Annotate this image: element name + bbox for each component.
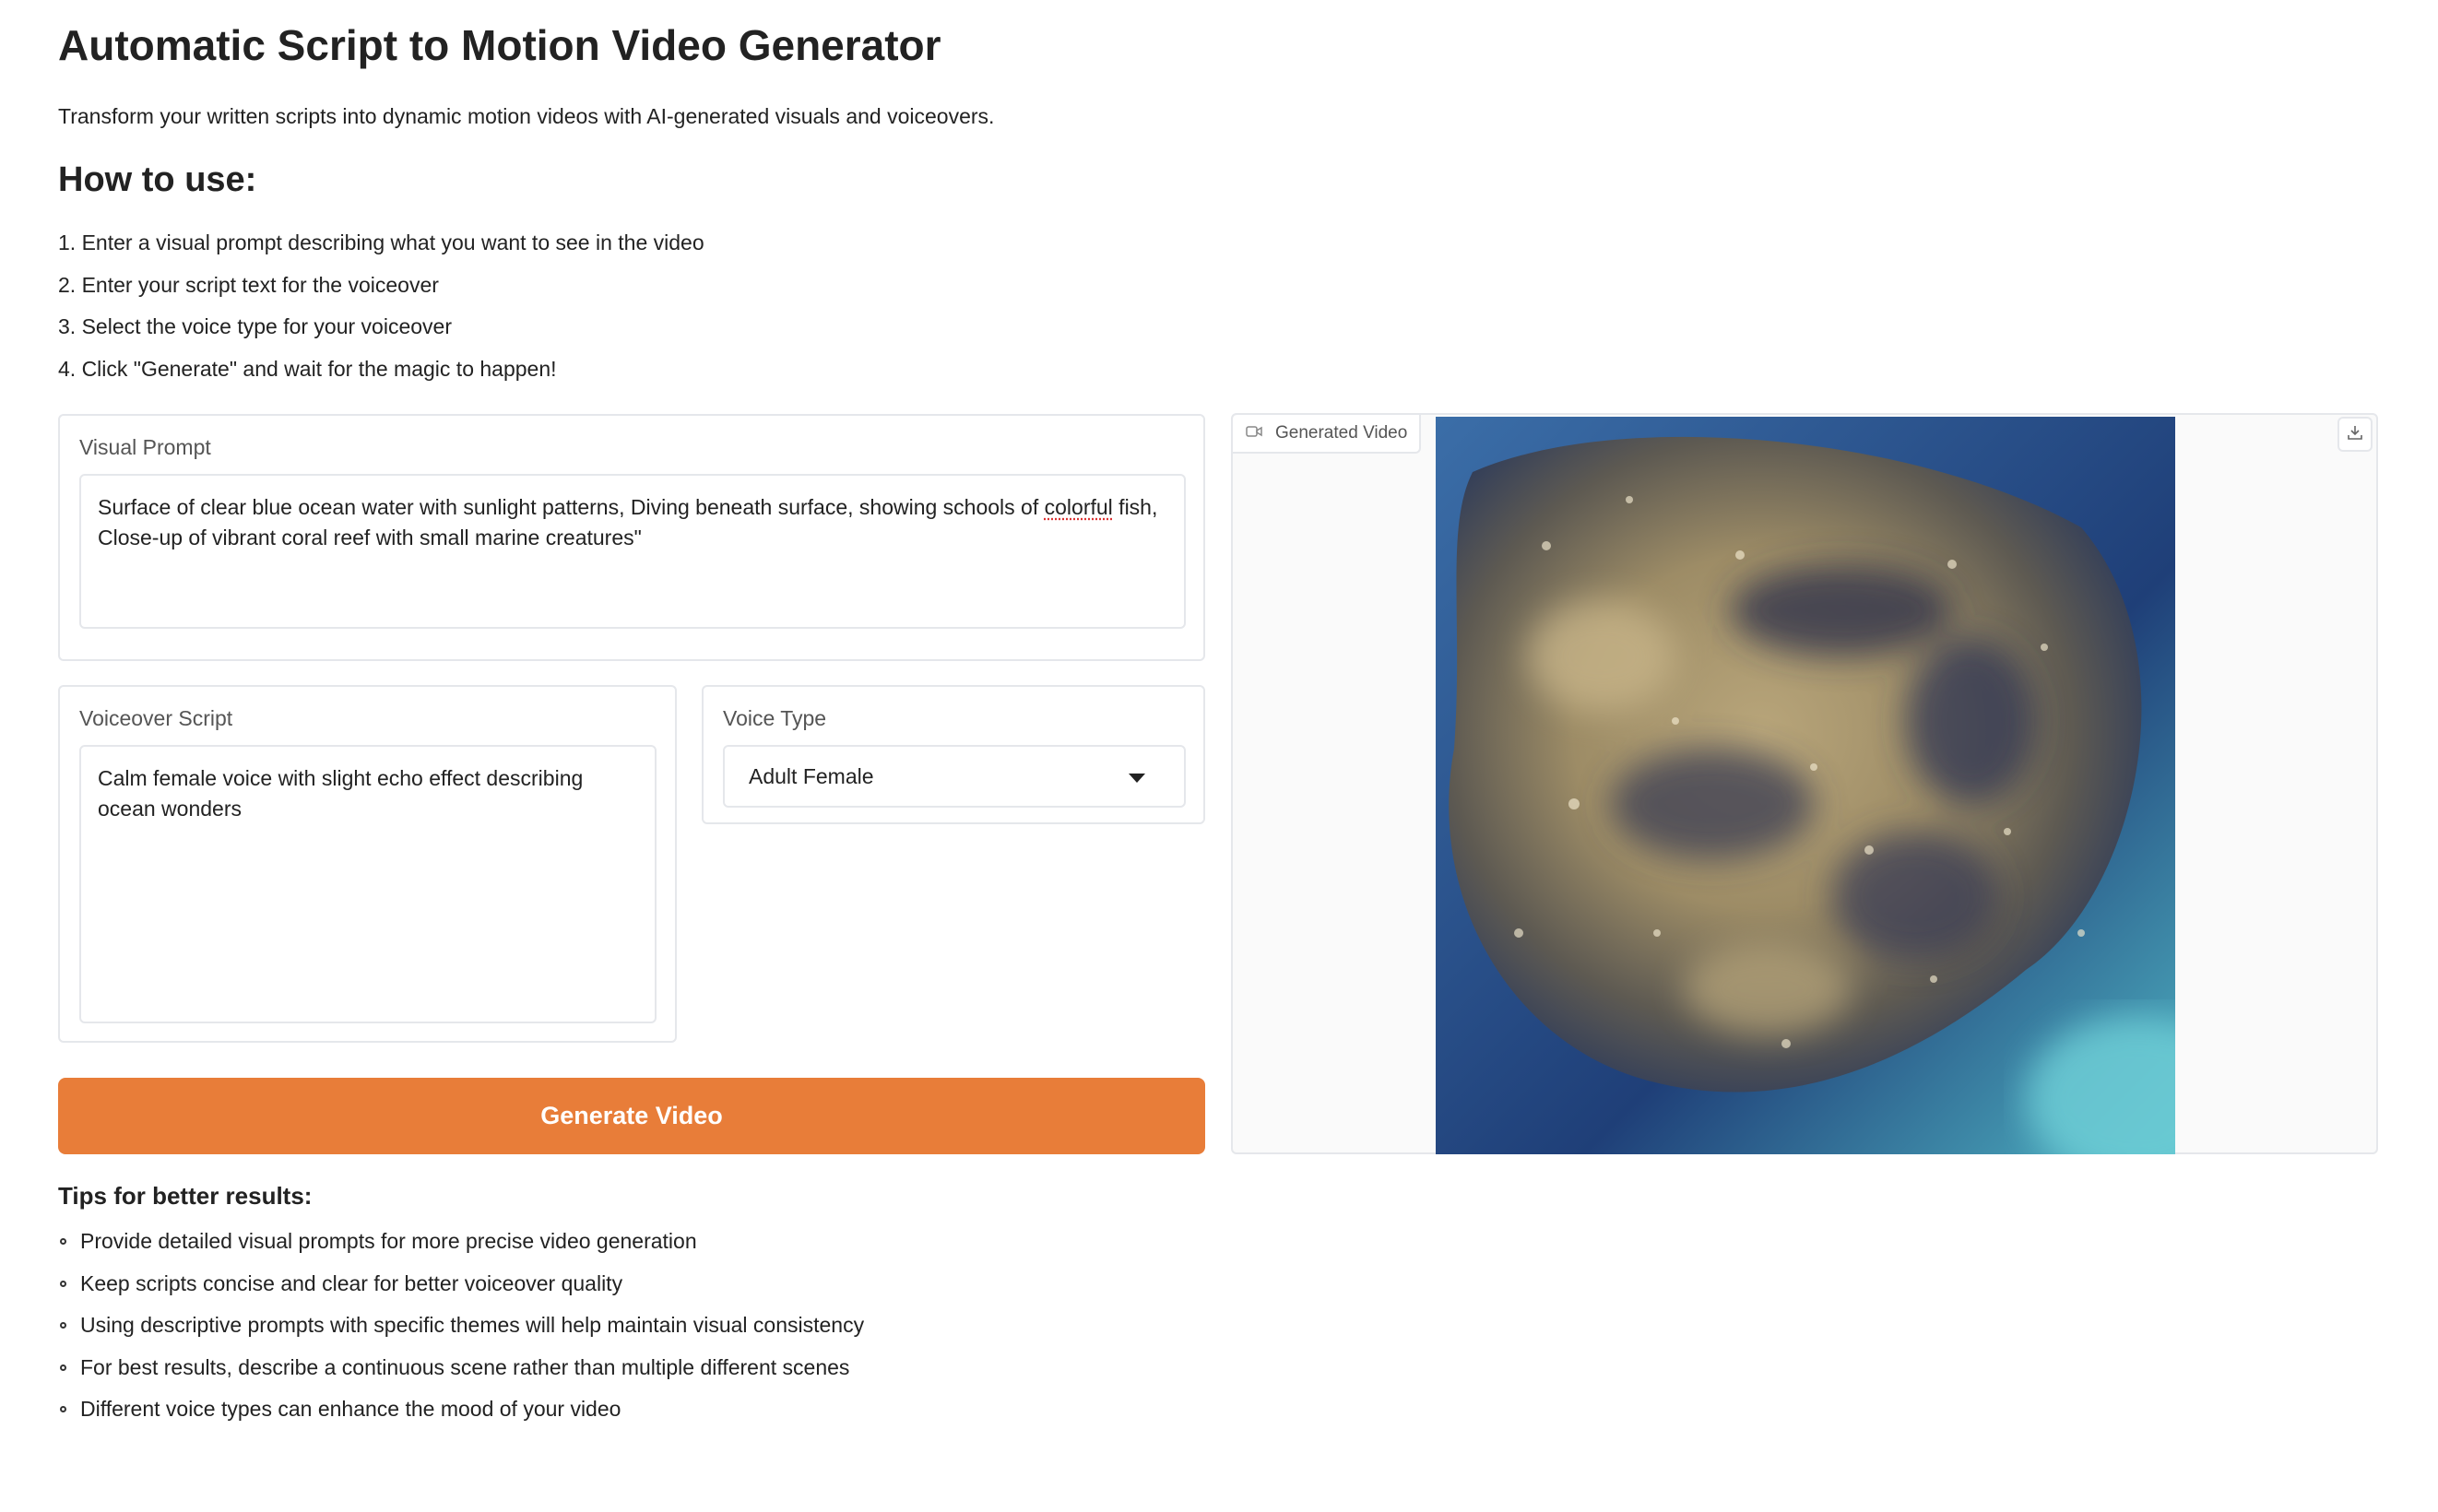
step-item: 1. Enter a visual prompt describing what… [58,230,704,254]
video-frame-image [1436,417,2175,1154]
visual-prompt-label: Visual Prompt [79,435,211,459]
voiceover-script-card: Voiceover Script Calm female voice with … [58,685,677,1043]
voice-type-dropdown[interactable]: Adult Female [723,745,1186,808]
generated-video-tag: Generated Video [1233,415,1421,454]
how-to-steps: 1. Enter a visual prompt describing what… [58,230,704,398]
voice-type-card: Voice Type Adult Female [702,685,1205,824]
how-to-heading: How to use: [58,160,257,199]
visual-prompt-textarea[interactable]: Surface of clear blue ocean water with s… [79,474,1186,629]
generated-video-panel: Generated Video [1231,413,2378,1154]
tip-item: Provide detailed visual prompts for more… [58,1229,864,1271]
step-item: 3. Select the voice type for your voiceo… [58,314,452,338]
voice-type-label: Voice Type [723,706,827,730]
tip-item: For best results, describe a continuous … [58,1355,864,1398]
tip-item: Using descriptive prompts with specific … [58,1313,864,1355]
bullet-icon [60,1322,66,1329]
generate-video-button[interactable]: Generate Video [58,1078,1205,1154]
chevron-down-icon [1129,774,1145,783]
tips-heading: Tips for better results: [58,1182,313,1210]
generated-video-label: Generated Video [1275,423,1408,443]
video-camera-icon [1246,425,1262,443]
voice-type-selected: Adult Female [749,763,874,788]
step-item: 4. Click "Generate" and wait for the mag… [58,356,557,381]
bullet-icon [60,1406,66,1412]
bullet-icon [60,1364,66,1371]
visual-prompt-value: Surface of clear blue ocean water with s… [98,495,1164,549]
page-description: Transform your written scripts into dyna… [58,104,995,128]
tips-list: Provide detailed visual prompts for more… [58,1229,864,1439]
bullet-icon [60,1280,66,1287]
tip-item: Different voice types can enhance the mo… [58,1397,864,1439]
page-title: Automatic Script to Motion Video Generat… [58,21,941,69]
voiceover-script-label: Voiceover Script [79,706,233,730]
bullet-icon [60,1238,66,1245]
visual-prompt-card: Visual Prompt Surface of clear blue ocea… [58,414,1205,661]
tip-item: Keep scripts concise and clear for bette… [58,1271,864,1314]
step-item: 2. Enter your script text for the voiceo… [58,272,439,297]
video-player[interactable] [1436,417,2175,1154]
voiceover-script-textarea[interactable]: Calm female voice with slight echo effec… [79,745,657,1023]
download-icon [2347,424,2363,445]
download-button[interactable] [2337,417,2373,452]
